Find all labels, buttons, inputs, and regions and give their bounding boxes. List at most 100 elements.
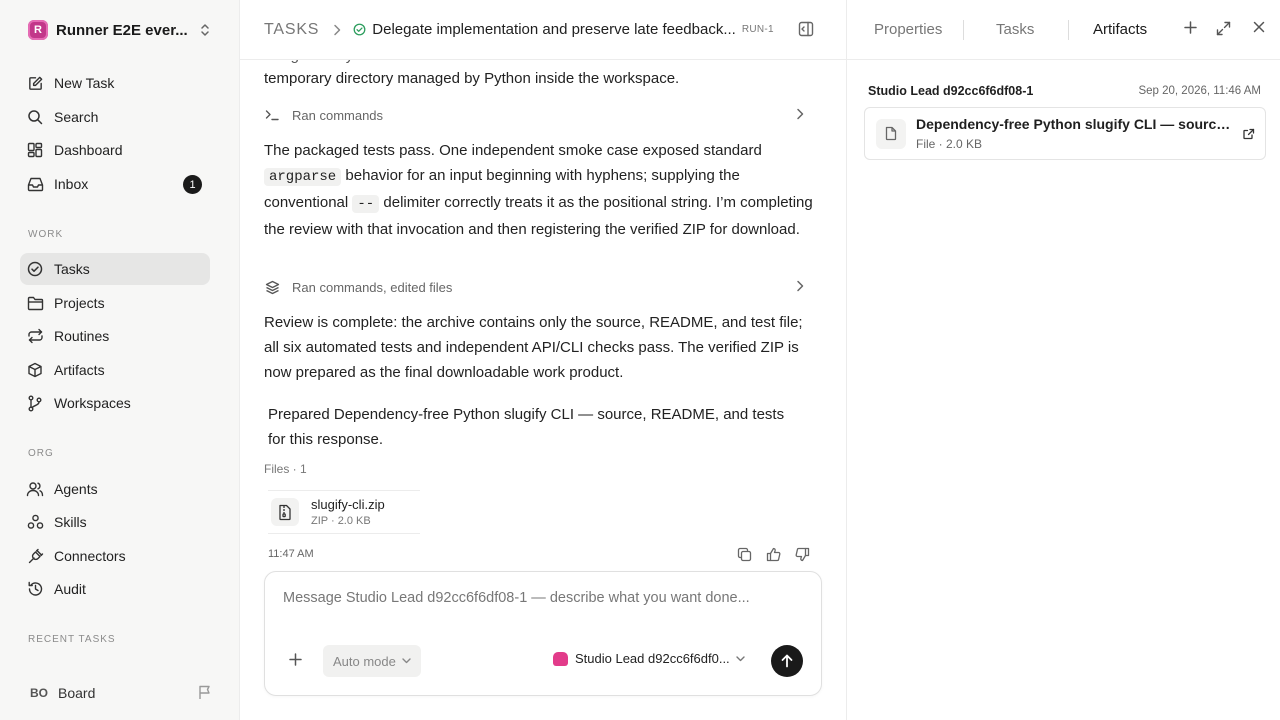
section-label-org: ORG bbox=[28, 448, 54, 459]
panel-tabs: Properties Tasks Artifacts bbox=[847, 0, 1280, 60]
message-composer: Auto mode Studio Lead d92cc6f6df0... bbox=[264, 571, 822, 696]
avatar: BO bbox=[30, 686, 48, 700]
tab-tasks[interactable]: Tasks bbox=[996, 21, 1034, 38]
nav-dashboard[interactable]: Dashboard bbox=[20, 134, 210, 166]
plug-icon bbox=[26, 547, 44, 565]
artifact-meta: File · 2.0 KB bbox=[916, 137, 983, 151]
chevron-right-icon bbox=[796, 280, 804, 292]
close-icon[interactable] bbox=[1253, 21, 1265, 33]
workspace-logo: R bbox=[28, 20, 48, 40]
task-header: TASKS Delegate implementation and preser… bbox=[240, 0, 846, 60]
nav-label: Dashboard bbox=[54, 142, 123, 158]
breadcrumb-tasks[interactable]: TASKS bbox=[264, 21, 319, 39]
copy-icon[interactable] bbox=[737, 547, 752, 562]
tool-step-label: Ran commands, edited files bbox=[292, 279, 453, 295]
tool-step-ran-commands[interactable]: Ran commands bbox=[264, 103, 812, 127]
nav-routines[interactable]: Routines bbox=[20, 320, 210, 352]
edit-icon bbox=[26, 74, 44, 92]
right-panel: Properties Tasks Artifacts Studio Lead d… bbox=[846, 0, 1280, 720]
task-title: Delegate implementation and preserve lat… bbox=[372, 21, 736, 38]
sidebar: R Runner E2E ever... New Task Search Das… bbox=[0, 0, 240, 720]
nav-connectors[interactable]: Connectors bbox=[20, 540, 210, 572]
workspace-name: Runner E2E ever... bbox=[56, 21, 188, 39]
check-circle-icon bbox=[26, 260, 44, 278]
agent-select[interactable]: Studio Lead d92cc6f6df0... bbox=[553, 651, 745, 666]
mode-select[interactable]: Auto mode bbox=[323, 645, 421, 677]
users-icon bbox=[26, 480, 44, 498]
tool-step-ran-commands-edited-files[interactable]: Ran commands, edited files bbox=[264, 275, 812, 299]
artifact-card[interactable]: Dependency-free Python slugify CLI — sou… bbox=[864, 107, 1266, 160]
run-id: RUN-1 bbox=[741, 24, 774, 35]
inbox-count-badge: 1 bbox=[183, 175, 202, 194]
nav-label: Artifacts bbox=[54, 362, 105, 378]
nav-audit[interactable]: Audit bbox=[20, 573, 210, 605]
nav-projects[interactable]: Projects bbox=[20, 287, 210, 319]
artifact-date: Sep 20, 2026, 11:46 AM bbox=[1138, 85, 1261, 97]
nav-workspaces[interactable]: Workspaces bbox=[20, 387, 210, 419]
artifact-title: Dependency-free Python slugify CLI — sou… bbox=[916, 116, 1234, 132]
add-attachment-button[interactable] bbox=[289, 653, 302, 666]
nav-label: Tasks bbox=[54, 261, 90, 277]
tab-properties[interactable]: Properties bbox=[874, 21, 942, 38]
user-menu[interactable]: BO Board bbox=[20, 676, 216, 710]
nav-tasks[interactable]: Tasks bbox=[20, 253, 210, 285]
tab-artifacts[interactable]: Artifacts bbox=[1093, 21, 1147, 38]
chevron-up-down-icon bbox=[198, 22, 212, 38]
agent-avatar-icon bbox=[553, 651, 568, 666]
tab-divider bbox=[1068, 20, 1069, 40]
inline-code: -- bbox=[352, 195, 380, 213]
skills-icon bbox=[26, 513, 44, 531]
expand-icon[interactable] bbox=[1216, 21, 1231, 36]
tool-step-label: Ran commands bbox=[292, 107, 384, 123]
flag-icon[interactable] bbox=[198, 685, 212, 700]
message-input[interactable] bbox=[283, 590, 803, 606]
section-label-recent-tasks: RECENT TASKS bbox=[28, 634, 116, 645]
file-meta: ZIP · 2.0 KB bbox=[311, 515, 371, 527]
message-actions bbox=[737, 547, 810, 562]
thumbs-up-icon[interactable] bbox=[766, 547, 781, 562]
file-icon bbox=[876, 118, 906, 149]
nav-label: New Task bbox=[54, 75, 115, 91]
message-text: Review is complete: the archive contains… bbox=[264, 314, 803, 381]
chevron-down-icon bbox=[402, 658, 411, 664]
chevron-right-icon bbox=[333, 24, 341, 36]
dashboard-icon bbox=[26, 141, 44, 159]
external-link-icon[interactable] bbox=[1243, 128, 1255, 140]
box-icon bbox=[26, 361, 44, 379]
user-name: Board bbox=[58, 685, 96, 701]
inbox-icon bbox=[26, 175, 44, 193]
artifact-summary-text: Prepared Dependency-free Python slugify … bbox=[268, 406, 785, 448]
mode-select-value: Auto mode bbox=[333, 653, 396, 669]
nav-label: Search bbox=[54, 109, 99, 125]
file-attachment[interactable]: slugify-cli.zip ZIP · 2.0 KB bbox=[268, 490, 420, 534]
branch-icon bbox=[26, 394, 44, 412]
zip-file-icon bbox=[271, 498, 299, 526]
search-icon bbox=[26, 108, 44, 126]
send-button[interactable] bbox=[771, 645, 803, 677]
nav-agents[interactable]: Agents bbox=[20, 473, 210, 505]
agent-select-value: Studio Lead d92cc6f6df0... bbox=[575, 651, 730, 666]
terminal-icon bbox=[264, 109, 280, 121]
file-name: slugify-cli.zip bbox=[311, 497, 385, 512]
panel-toggle-icon[interactable] bbox=[798, 21, 814, 37]
chevron-right-icon bbox=[796, 108, 804, 120]
inline-code: argparse bbox=[264, 168, 342, 186]
nav-skills[interactable]: Skills bbox=[20, 506, 210, 538]
nav-label: Agents bbox=[54, 481, 98, 497]
layers-icon bbox=[264, 280, 280, 295]
nav-artifacts[interactable]: Artifacts bbox=[20, 354, 210, 386]
plus-icon[interactable] bbox=[1184, 21, 1197, 34]
check-circle-icon bbox=[353, 23, 366, 36]
nav-new-task[interactable]: New Task bbox=[20, 67, 210, 99]
files-count-label: Files · 1 bbox=[264, 462, 307, 476]
nav-search[interactable]: Search bbox=[20, 101, 210, 133]
nav-label: Skills bbox=[54, 514, 87, 530]
artifact-owner: Studio Lead d92cc6f6df08-1 bbox=[868, 84, 1034, 98]
nav-inbox[interactable]: Inbox 1 bbox=[20, 168, 210, 200]
section-label-work: WORK bbox=[28, 229, 64, 240]
chevron-down-icon bbox=[735, 655, 745, 661]
repeat-icon bbox=[26, 327, 44, 345]
conversation: …ing … …by … … … temporary directory man… bbox=[264, 60, 820, 570]
thumbs-down-icon[interactable] bbox=[795, 547, 810, 562]
workspace-switcher[interactable]: R Runner E2E ever... bbox=[20, 12, 216, 48]
